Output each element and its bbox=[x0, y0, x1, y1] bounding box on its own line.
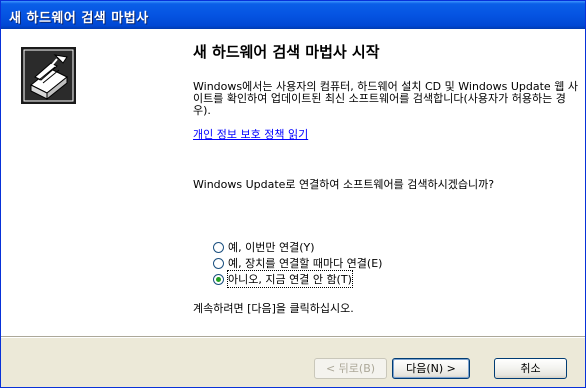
continue-instruction: 계속하려면 [다음]을 클릭하십시오. bbox=[193, 302, 354, 315]
page-title: 새 하드웨어 검색 마법사 시작 bbox=[193, 43, 380, 61]
back-button[interactable]: < 뒤로(B) bbox=[314, 358, 387, 379]
cancel-button[interactable]: 취소 bbox=[494, 358, 567, 379]
windows-update-question: Windows Update로 연결하여 소프트웨어를 검색하시겠습니까? bbox=[193, 178, 495, 191]
radio-button-selected[interactable] bbox=[213, 273, 224, 285]
divider bbox=[1, 336, 585, 338]
option-label: 아니오, 지금 연결 안 함(T) bbox=[227, 270, 353, 288]
option-connect-every-time[interactable]: 예, 장치를 연결할 때마다 연결(E) bbox=[213, 255, 382, 271]
wizard-description: Windows에서는 사용자의 컴퓨터, 하드웨어 설치 CD 및 Window… bbox=[193, 80, 578, 117]
wizard-side-panel bbox=[1, 29, 178, 336]
hardware-wizard-icon bbox=[21, 47, 76, 104]
next-button[interactable]: 다음(N) > bbox=[392, 358, 470, 379]
radio-button[interactable] bbox=[213, 241, 224, 253]
radio-button[interactable] bbox=[213, 257, 224, 269]
option-label: 예, 장치를 연결할 때마다 연결(E) bbox=[228, 257, 383, 270]
option-label: 예, 이번만 연결(Y) bbox=[228, 241, 315, 254]
option-connect-once[interactable]: 예, 이번만 연결(Y) bbox=[213, 239, 315, 255]
title-bar[interactable]: 새 하드웨어 검색 마법사 bbox=[1, 1, 585, 29]
wizard-window: 새 하드웨어 검색 마법사 새 하드웨어 검색 마법사 시작 Windows에서… bbox=[0, 0, 586, 388]
option-not-now[interactable]: 아니오, 지금 연결 안 함(T) bbox=[213, 270, 353, 288]
privacy-policy-link[interactable]: 개인 정보 보호 정책 읽기 bbox=[193, 126, 308, 142]
wizard-main-panel: 새 하드웨어 검색 마법사 시작 Windows에서는 사용자의 컴퓨터, 하드… bbox=[178, 29, 585, 336]
window-title: 새 하드웨어 검색 마법사 bbox=[9, 11, 149, 26]
